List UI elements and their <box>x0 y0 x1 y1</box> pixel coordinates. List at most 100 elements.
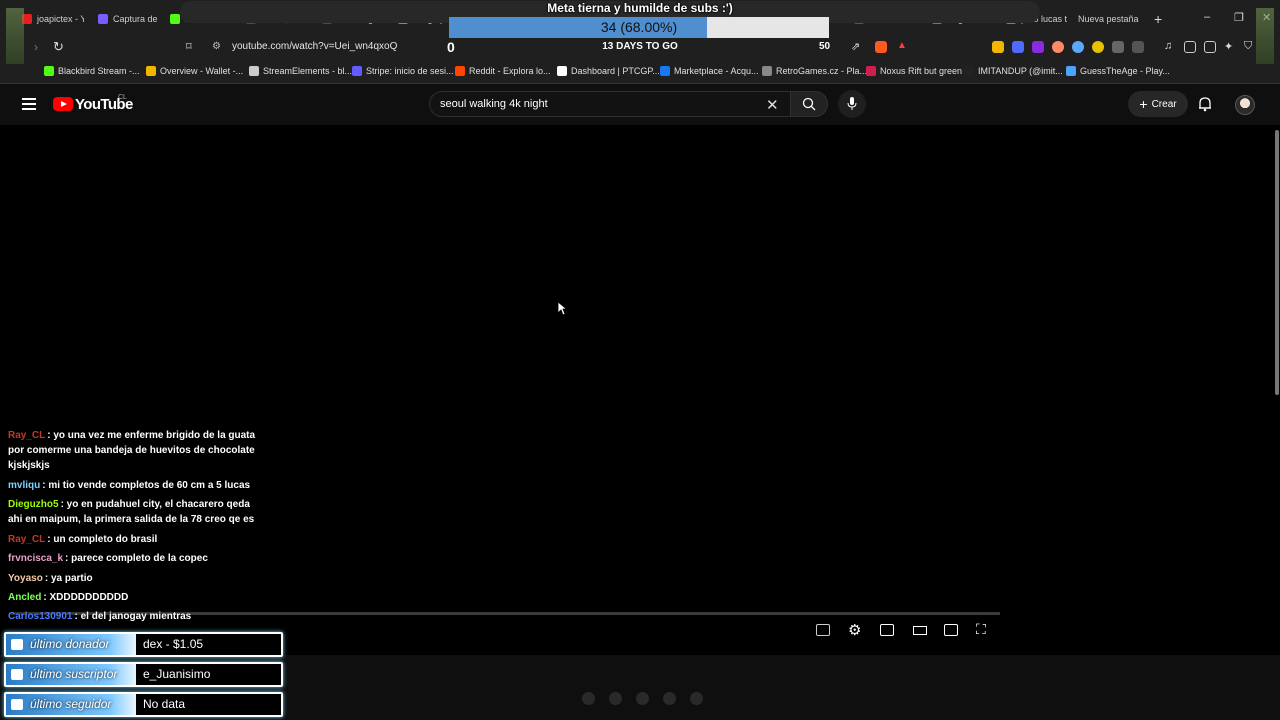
tab-label: Nueva pestaña <box>1078 14 1139 24</box>
brave-shield-icon[interactable] <box>875 41 887 53</box>
alert-icon <box>11 699 23 710</box>
bookmark-item[interactable]: Stripe: inicio de sesi... <box>352 66 454 76</box>
extension-icon[interactable] <box>1072 41 1084 53</box>
extension-icon[interactable] <box>1052 41 1064 53</box>
extension-icon[interactable] <box>1012 41 1024 53</box>
alert-value: e_Juanisimo <box>143 667 211 681</box>
tab-favicon-icon <box>98 14 108 24</box>
alert-label: último seguidor <box>6 694 136 715</box>
chat-text: el del janogay mientras <box>80 611 192 622</box>
notifications-bell-icon[interactable] <box>1198 96 1212 112</box>
bookmark-item[interactable]: Noxus Rift but green <box>866 66 962 76</box>
sidebar-icon[interactable] <box>1184 41 1196 53</box>
create-button[interactable]: + Crear <box>1128 91 1188 117</box>
bookmark-item[interactable]: RetroGames.cz - Pla... <box>762 66 867 76</box>
bookmark-label: Noxus Rift but green <box>880 66 963 76</box>
bookmark-icon[interactable]: ⌑ <box>186 40 192 53</box>
theater-mode-icon[interactable] <box>913 626 927 635</box>
extension-icon[interactable] <box>1092 41 1104 53</box>
site-info-icon[interactable]: ⚙ <box>212 41 221 52</box>
tab-label: Captura de <box>113 14 158 24</box>
vpn-icon[interactable]: ⛉ <box>1244 40 1252 53</box>
reload-icon[interactable]: ↻ <box>53 39 64 55</box>
bookmark-item[interactable]: Marketplace - Acqu... <box>660 66 759 76</box>
chat-username: mvliqu <box>8 480 41 491</box>
wallet-icon[interactable] <box>1204 41 1216 53</box>
bookmark-favicon-icon <box>455 66 465 76</box>
bookmark-item[interactable]: GuessTheAge - Play... <box>1066 66 1170 76</box>
minimize-icon[interactable]: – <box>1204 11 1210 23</box>
browser-tab[interactable]: Nueva pestaña <box>1078 8 1148 30</box>
forward-icon[interactable]: › <box>34 40 38 54</box>
chat-username: Dieguzho5 <box>8 499 59 510</box>
goal-start-value: 0 <box>447 39 455 55</box>
bookmark-item[interactable]: Overview - Wallet -... <box>146 66 243 76</box>
bookmark-label: Reddit - Explora lo... <box>469 66 551 76</box>
extension-icon[interactable] <box>1132 41 1144 53</box>
chat-username: frvncisca_k <box>8 553 64 564</box>
goal-days-remaining: 13 DAYS TO GO <box>602 41 678 52</box>
frog-sticker-right <box>1256 8 1274 64</box>
bookmark-favicon-icon <box>352 66 362 76</box>
bookmark-label: Overview - Wallet -... <box>160 66 244 76</box>
bookmark-item[interactable]: Blackbird Stream -... <box>44 66 140 76</box>
new-tab-button[interactable]: + <box>1154 11 1162 27</box>
settings-gear-icon[interactable]: ⚙ <box>848 621 861 639</box>
chat-message: Yoyaso: ya partio <box>8 571 258 586</box>
cast-icon[interactable] <box>944 624 958 636</box>
tab-favicon-icon <box>170 14 180 24</box>
browser-tab[interactable]: Captura de <box>98 8 160 30</box>
search-button[interactable] <box>790 91 828 117</box>
bookmark-item[interactable]: Dashboard | PTCGP... <box>557 66 660 76</box>
loading-dots <box>582 692 703 705</box>
sparkle-icon[interactable]: ✦ <box>1224 40 1233 53</box>
alert-label: último donador <box>6 634 136 655</box>
bookmark-label: Dashboard | PTCGP... <box>571 66 660 76</box>
search-input[interactable] <box>429 91 791 117</box>
bookmark-label: Blackbird Stream -... <box>58 66 140 76</box>
share-icon[interactable]: ⇗ <box>851 40 860 53</box>
media-icon[interactable]: ♫ <box>1164 40 1172 52</box>
voice-search-button[interactable] <box>838 90 866 118</box>
extensions-puzzle-icon[interactable] <box>1112 41 1124 53</box>
chat-message: Ray_CL: yo una vez me enferme brigido de… <box>8 428 258 473</box>
youtube-logo-icon[interactable] <box>53 97 73 111</box>
alert-box: último donador dex - $1.05 <box>4 632 283 657</box>
chat-username: Ray_CL <box>8 430 46 441</box>
chat-text: yo una vez me enferme brigido de la guat… <box>8 430 256 471</box>
restore-icon[interactable]: ❐ <box>1234 11 1244 24</box>
bookmark-favicon-icon <box>249 66 259 76</box>
extension-icon[interactable] <box>992 41 1004 53</box>
hamburger-menu-icon[interactable] <box>22 98 36 110</box>
alert-box: último seguidor No data <box>4 692 283 717</box>
bookmark-favicon-icon <box>660 66 670 76</box>
country-code: CL <box>118 94 127 101</box>
bookmark-favicon-icon <box>964 66 974 76</box>
bookmark-item[interactable]: StreamElements - bl... <box>249 66 352 76</box>
alert-value: No data <box>143 697 186 711</box>
alert-label: último suscriptor <box>6 664 136 685</box>
url-text[interactable]: youtube.com/watch?v=Uei_wn4qxoQ <box>232 41 397 52</box>
chat-text: ya partio <box>50 573 93 584</box>
bookmark-favicon-icon <box>866 66 876 76</box>
browser-tab[interactable]: joapictex - Y <box>22 8 84 30</box>
chat-message: Ray_CL: un completo do brasil <box>8 532 258 547</box>
bookmark-label: RetroGames.cz - Pla... <box>776 66 868 76</box>
miniplayer-icon[interactable] <box>880 624 894 636</box>
rewards-icon[interactable]: ▲ <box>897 40 907 51</box>
chat-message: Carlos130901: el del janogay mientras <box>8 609 258 624</box>
clear-search-icon[interactable]: ✕ <box>766 96 779 114</box>
bookmark-item[interactable]: IMITANDUP (@imit... <box>964 66 1063 76</box>
subtitles-icon[interactable] <box>816 624 830 636</box>
extension-icon[interactable] <box>1032 41 1044 53</box>
microphone-icon <box>847 97 857 110</box>
page-scrollbar[interactable] <box>1275 130 1279 395</box>
bookmark-label: StreamElements - bl... <box>263 66 353 76</box>
mouse-cursor-icon <box>557 301 567 316</box>
avatar[interactable] <box>1235 95 1255 115</box>
bookmark-item[interactable]: Reddit - Explora lo... <box>455 66 551 76</box>
fullscreen-icon[interactable]: ⛶ <box>976 621 986 638</box>
chat-username: Carlos130901 <box>8 611 73 622</box>
bookmark-favicon-icon <box>1066 66 1076 76</box>
plus-icon: + <box>1139 96 1148 112</box>
